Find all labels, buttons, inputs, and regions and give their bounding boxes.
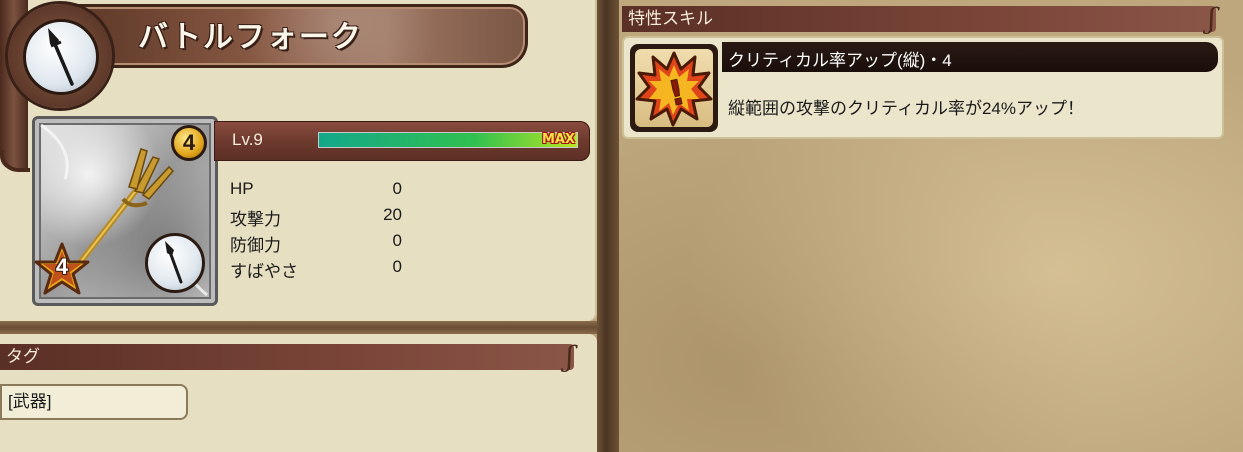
- exp-max-label: MAX: [541, 132, 575, 147]
- stat-label: 攻撃力: [230, 210, 281, 229]
- scroll-ornament-icon: ʃ: [566, 340, 574, 373]
- stat-row-defense: 防御力 0: [230, 231, 410, 257]
- skill-header-label: 特性スキル: [628, 9, 713, 28]
- stat-label: 防御力: [230, 236, 281, 255]
- tag-chip[interactable]: [武器]: [0, 384, 188, 420]
- weapon-type-medallion: [8, 4, 112, 108]
- skill-section-header: 特性スキル ʃ: [622, 4, 1216, 34]
- frame-curl-ornament: [0, 150, 30, 172]
- stat-label: HP: [230, 179, 254, 198]
- skill-name: クリティカル率アップ(縦)・4: [728, 51, 952, 70]
- rarity-value: 4: [55, 254, 69, 279]
- spear-icon: [23, 19, 99, 95]
- critical-burst-icon: !: [635, 49, 713, 127]
- stat-label: すばやさ: [230, 262, 298, 281]
- stat-row-speed: すばやさ 0: [230, 257, 410, 283]
- stat-value: 0: [392, 231, 402, 250]
- panel-divider-horizontal: [0, 321, 600, 334]
- skill-description: 縦範囲の攻撃のクリティカル率が24%アップ！: [728, 99, 1085, 118]
- spear-icon: [145, 233, 205, 293]
- skill-icon-frame: !: [630, 44, 718, 132]
- exp-bar-fill: [319, 133, 577, 147]
- stat-value: 20: [383, 205, 402, 224]
- skill-card[interactable]: ! クリティカル率アップ(縦)・4 縦範囲の攻撃のクリティカル率が24%アップ！: [622, 36, 1224, 139]
- stat-value: 0: [392, 257, 402, 276]
- scroll-ornament-icon: ʃ: [1208, 2, 1216, 35]
- rank-badge: 4: [171, 125, 207, 161]
- tag-header-label: タグ: [6, 347, 40, 366]
- stat-row-attack: 攻撃力 20: [230, 205, 410, 231]
- panel-divider-vertical: [597, 0, 619, 452]
- stat-row-hp: HP 0: [230, 179, 410, 205]
- exp-bar: MAX: [318, 132, 578, 148]
- level-label: Lv.9: [232, 130, 263, 149]
- item-name: バトルフォーク: [138, 21, 363, 54]
- stat-value: 0: [392, 179, 402, 198]
- tag-section-header: タグ ʃ: [0, 342, 574, 372]
